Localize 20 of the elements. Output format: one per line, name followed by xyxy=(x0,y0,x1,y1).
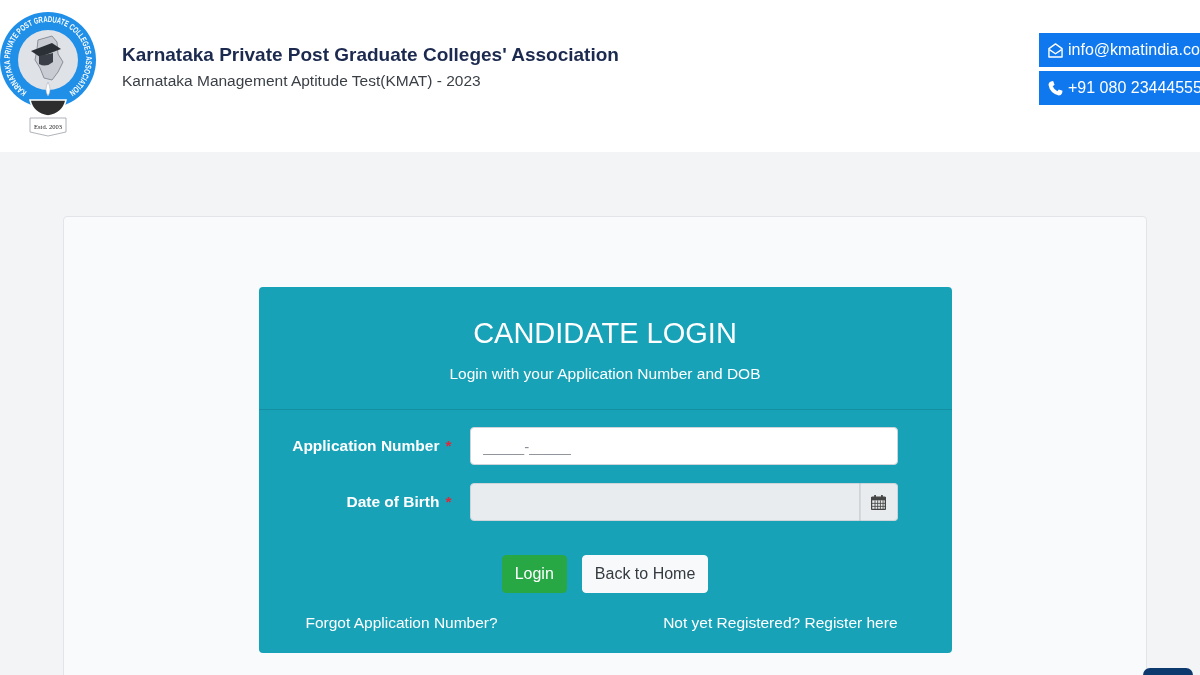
login-subtitle: Login with your Application Number and DOB xyxy=(448,364,762,384)
floating-tab[interactable] xyxy=(1143,668,1193,675)
field-label: Date of Birth xyxy=(346,493,440,511)
login-title: CANDIDATE LOGIN xyxy=(472,316,738,351)
date-of-birth-field[interactable] xyxy=(469,483,860,521)
envelope-icon xyxy=(1048,42,1063,58)
site-title: Karnataka Private Post Graduate Colleges' Association xyxy=(122,43,619,67)
login-button[interactable]: Login xyxy=(501,555,567,593)
site-subtitle: Karnataka Management Aptitude Test(KMAT) - 2023 xyxy=(122,71,482,91)
calendar-icon xyxy=(871,494,886,510)
back-to-home-button[interactable]: Back to Home xyxy=(581,555,709,593)
forgot-number-link[interactable]: Forgot Application Number? xyxy=(305,613,498,633)
phone-icon xyxy=(1048,80,1063,96)
calendar-button[interactable] xyxy=(859,483,898,521)
application-number-field[interactable]: _____-_____ xyxy=(469,427,898,465)
register-link[interactable]: Not yet Registered? Register here xyxy=(663,613,898,633)
field-label: Application Number xyxy=(292,437,440,455)
required-mark: * xyxy=(445,493,452,511)
contact-email-link[interactable]: info@kmatindia.co xyxy=(1039,33,1200,67)
required-mark: * xyxy=(445,437,452,455)
